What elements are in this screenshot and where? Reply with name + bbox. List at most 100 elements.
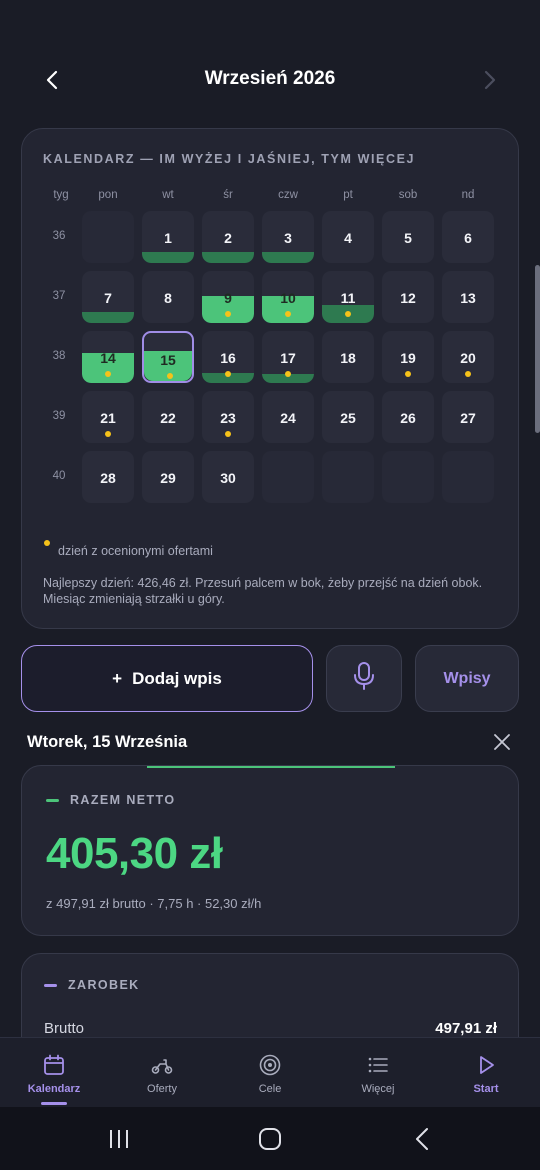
add-entry-button[interactable]: + Dodaj wpis	[21, 645, 313, 712]
day-number: 9	[224, 290, 232, 306]
chevron-right-icon[interactable]	[476, 67, 502, 93]
net-total-card: RAZEM NETTO 405,30 zł z 497,91 zł brutto…	[21, 765, 519, 936]
day-number: 23	[220, 410, 236, 426]
day-number: 19	[400, 350, 416, 366]
target-icon	[258, 1053, 282, 1077]
week-number: 36	[52, 230, 66, 242]
calendar-day[interactable]: 14	[82, 331, 134, 383]
calendar-day[interactable]: 9	[202, 271, 254, 323]
calendar-day[interactable]: 29	[142, 451, 194, 503]
calendar-day[interactable]: 8	[142, 271, 194, 323]
play-icon	[474, 1053, 498, 1077]
home-icon[interactable]	[257, 1127, 283, 1151]
month-header: Wrzesień 2026	[0, 55, 540, 105]
month-title: Wrzesień 2026	[204, 68, 336, 89]
calendar-day[interactable]: 5	[382, 211, 434, 263]
calendar-day[interactable]: 2	[202, 211, 254, 263]
nav-label: Oferty	[147, 1083, 177, 1095]
calendar-day[interactable]: 18	[322, 331, 374, 383]
day-number: 7	[104, 290, 112, 306]
close-icon[interactable]	[491, 731, 513, 753]
day-number: 6	[464, 230, 472, 246]
list-icon	[366, 1053, 390, 1077]
rated-offers-dot	[105, 371, 111, 377]
day-number: 10	[280, 290, 296, 306]
scrollbar[interactable]	[535, 265, 540, 433]
weekday-label: czw	[278, 189, 298, 201]
calendar-day[interactable]: 22	[142, 391, 194, 443]
rated-offers-dot	[225, 311, 231, 317]
net-subtitle: z 497,91 zł brutto · 7,75 h · 52,30 zł/h	[46, 896, 262, 911]
calendar-day[interactable]: 11	[322, 271, 374, 323]
rated-offers-dot	[285, 371, 291, 377]
weekday-label: śr	[223, 189, 233, 201]
calendar-day[interactable]: 23	[202, 391, 254, 443]
calendar-day[interactable]: 6	[442, 211, 494, 263]
calendar-day[interactable]: 21	[82, 391, 134, 443]
earnings-label-text: ZAROBEK	[68, 978, 140, 992]
weekday-label: nd	[461, 189, 475, 201]
day-number: 26	[400, 410, 416, 426]
calendar-day[interactable]: 10	[262, 271, 314, 323]
earnings-fill-bar	[142, 252, 194, 263]
day-number: 25	[340, 410, 356, 426]
day-number: 27	[460, 410, 476, 426]
week-number: 40	[52, 470, 66, 482]
active-indicator	[41, 1102, 67, 1105]
calendar-day[interactable]: 26	[382, 391, 434, 443]
calendar-card: KALENDARZ — IM WYŻEJ I JAŚNIEJ, TYM WIĘC…	[21, 128, 519, 629]
calendar-day[interactable]: 28	[82, 451, 134, 503]
rated-offers-dot	[405, 371, 411, 377]
calendar-day[interactable]: 19	[382, 331, 434, 383]
weekday-label: sob	[398, 189, 418, 201]
bottom-navigation: Kalendarz Oferty Cele Więcej Start	[0, 1037, 540, 1107]
legend-dot	[44, 540, 50, 546]
system-back-icon[interactable]	[409, 1127, 435, 1151]
calendar-day[interactable]: 4	[322, 211, 374, 263]
day-number: 22	[160, 410, 176, 426]
day-number: 15	[160, 352, 176, 368]
day-number: 13	[460, 290, 476, 306]
calendar-day[interactable]: 1	[142, 211, 194, 263]
nav-start[interactable]: Start	[432, 1038, 540, 1108]
day-number: 4	[344, 230, 352, 246]
calendar-day[interactable]: 30	[202, 451, 254, 503]
calendar-day[interactable]: 25	[322, 391, 374, 443]
day-number: 21	[100, 410, 116, 426]
day-number: 14	[100, 350, 116, 366]
weekday-label: pt	[343, 189, 353, 201]
recent-apps-icon[interactable]	[106, 1127, 132, 1151]
legend-text: dzień z ocenionymi ofertami	[58, 544, 213, 558]
nav-wiecej[interactable]: Więcej	[324, 1038, 432, 1108]
system-navigation-bar	[0, 1107, 540, 1170]
net-section-label: RAZEM NETTO	[46, 793, 175, 807]
nav-kalendarz[interactable]: Kalendarz	[0, 1038, 108, 1108]
day-number: 18	[340, 350, 356, 366]
entries-button[interactable]: Wpisy	[415, 645, 519, 712]
voice-input-button[interactable]	[326, 645, 402, 712]
calendar-day[interactable]: 24	[262, 391, 314, 443]
calendar-day[interactable]: 7	[82, 271, 134, 323]
week-number: 39	[52, 410, 66, 422]
calendar-day[interactable]: 27	[442, 391, 494, 443]
calendar-day[interactable]: 13	[442, 271, 494, 323]
calendar-day[interactable]: 20	[442, 331, 494, 383]
day-number: 8	[164, 290, 172, 306]
weekday-label: pon	[98, 189, 118, 201]
calendar-empty-cell	[262, 451, 314, 503]
nav-oferty[interactable]: Oferty	[108, 1038, 216, 1108]
earnings-fill-bar	[82, 312, 134, 323]
nav-cele[interactable]: Cele	[216, 1038, 324, 1108]
rated-offers-dot	[225, 371, 231, 377]
gross-label: Brutto	[44, 1020, 85, 1037]
calendar-day[interactable]: 15	[142, 331, 194, 383]
calendar-day[interactable]: 12	[382, 271, 434, 323]
nav-label: Kalendarz	[27, 1083, 81, 1095]
gross-value: 497,91 zł	[435, 1020, 497, 1037]
day-number: 11	[340, 290, 356, 306]
day-number: 5	[404, 230, 412, 246]
calendar-day[interactable]: 3	[262, 211, 314, 263]
calendar-day[interactable]: 16	[202, 331, 254, 383]
calendar-day[interactable]: 17	[262, 331, 314, 383]
calendar-heading: KALENDARZ — IM WYŻEJ I JAŚNIEJ, TYM WIĘC…	[43, 152, 416, 166]
